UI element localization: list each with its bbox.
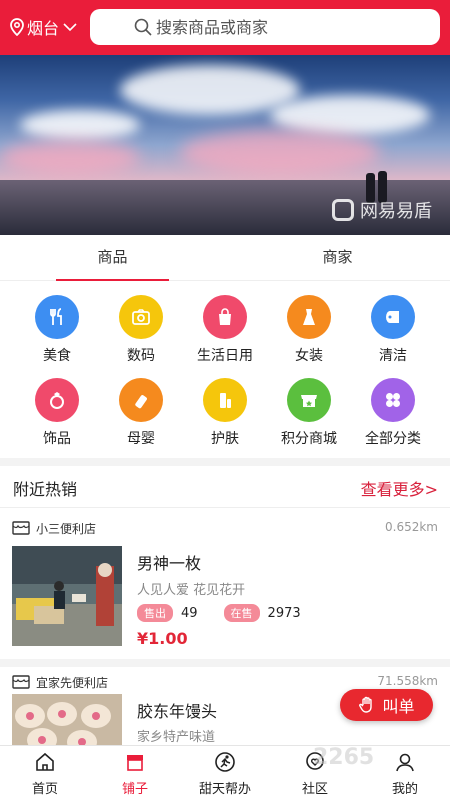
hand-icon	[359, 696, 373, 713]
nav-community[interactable]: 社区	[270, 746, 360, 800]
banner-watermark: 网易易盾	[332, 197, 432, 223]
nav-profile[interactable]: 我的	[360, 746, 450, 800]
category-daily-goods[interactable]: 生活日用	[180, 295, 270, 365]
product-desc: 人见人爱 花见花开	[137, 583, 246, 598]
store-icon	[123, 750, 147, 774]
product-price: ¥1.00	[137, 629, 188, 648]
dress-icon	[287, 295, 331, 339]
category-grid: 美食 数码 生活日用 女装 清洁 饰品 母婴 护肤 积分商城 全部分类	[0, 290, 450, 450]
baby-bottle-icon	[119, 378, 163, 422]
tissue-roll-icon	[371, 295, 415, 339]
category-mother-baby[interactable]: 母婴	[96, 378, 186, 448]
view-more-link[interactable]: 查看更多>	[361, 476, 438, 500]
nav-store[interactable]: 铺子	[90, 746, 180, 800]
category-points-mall[interactable]: 积分商城	[264, 378, 354, 448]
storefront-icon	[12, 521, 30, 535]
sold-count: 49	[181, 605, 198, 621]
nav-home[interactable]: 首页	[0, 746, 90, 800]
category-womens-wear[interactable]: 女装	[264, 295, 354, 365]
shop-distance: 71.558km	[377, 674, 438, 688]
product-image[interactable]	[12, 694, 122, 745]
nav-errand[interactable]: 甜天帮办	[180, 746, 270, 800]
category-digital[interactable]: 数码	[96, 295, 186, 365]
shop-name: 宜家先便利店	[36, 675, 109, 690]
banner-glow	[180, 130, 380, 175]
ring-icon	[35, 378, 79, 422]
fork-knife-icon	[35, 295, 79, 339]
product-image[interactable]	[12, 546, 122, 646]
user-icon	[393, 750, 417, 774]
product-stats: 售出 49 在售 2973	[137, 604, 301, 622]
location-label: 烟台	[27, 19, 60, 38]
sold-badge: 售出	[137, 604, 173, 622]
top-bar: 烟台	[0, 0, 450, 55]
category-all[interactable]: 全部分类	[348, 378, 438, 448]
call-order-button[interactable]: 叫单	[340, 689, 433, 721]
tab-merchants[interactable]: 商家	[225, 235, 450, 280]
category-cleaning[interactable]: 清洁	[348, 295, 438, 365]
category-skincare[interactable]: 护肤	[180, 378, 270, 448]
cosmetics-icon	[203, 378, 247, 422]
category-food[interactable]: 美食	[12, 295, 102, 365]
content-tabs: 商品 商家	[0, 235, 450, 281]
banner-glow	[0, 140, 140, 175]
shop-header[interactable]: 宜家先便利店	[12, 670, 108, 694]
storefront-icon	[12, 675, 30, 689]
location-pin-icon	[10, 18, 24, 36]
product-name[interactable]: 胶东年馒头	[137, 698, 217, 722]
on-sale-count: 2973	[267, 605, 301, 621]
product-desc: 家乡特产味道	[137, 730, 216, 745]
banner-cloud	[270, 95, 430, 135]
product-name[interactable]: 男神一枚	[137, 550, 201, 574]
tab-products[interactable]: 商品	[0, 235, 225, 281]
bottom-nav: 首页 铺子 甜天帮办 社区 我的	[0, 745, 450, 800]
shop-star-icon	[287, 378, 331, 422]
location-selector[interactable]: 烟台	[10, 14, 80, 40]
camera-icon	[119, 295, 163, 339]
on-sale-badge: 在售	[223, 604, 260, 622]
category-accessories[interactable]: 饰品	[12, 378, 102, 448]
nearby-title: 附近热销	[13, 480, 78, 499]
shop-name: 小三便利店	[36, 521, 97, 536]
runner-icon	[213, 750, 237, 774]
netease-logo-icon	[332, 199, 354, 221]
grid-clover-icon	[371, 378, 415, 422]
search-icon	[134, 18, 152, 36]
nearby-header: 附近热销 查看更多>	[0, 466, 450, 508]
search-input[interactable]	[156, 17, 436, 37]
section-divider	[0, 458, 450, 466]
promo-banner[interactable]: 网易易盾	[0, 55, 450, 235]
call-order-label: 叫单	[382, 697, 415, 716]
section-divider	[0, 659, 450, 667]
chevron-down-icon	[63, 23, 77, 32]
shop-header[interactable]: 小三便利店	[12, 516, 96, 540]
shop-distance: 0.652km	[385, 520, 438, 534]
chat-heart-icon	[303, 750, 327, 774]
banner-cloud	[20, 110, 140, 140]
shop-card[interactable]: 小三便利店 0.652km 男神一枚 人见人爱 花见花开 售出 49 在售 29…	[0, 516, 450, 656]
home-icon	[33, 750, 57, 774]
banner-cloud	[120, 65, 300, 115]
search-box[interactable]	[90, 9, 440, 45]
bag-icon	[203, 295, 247, 339]
